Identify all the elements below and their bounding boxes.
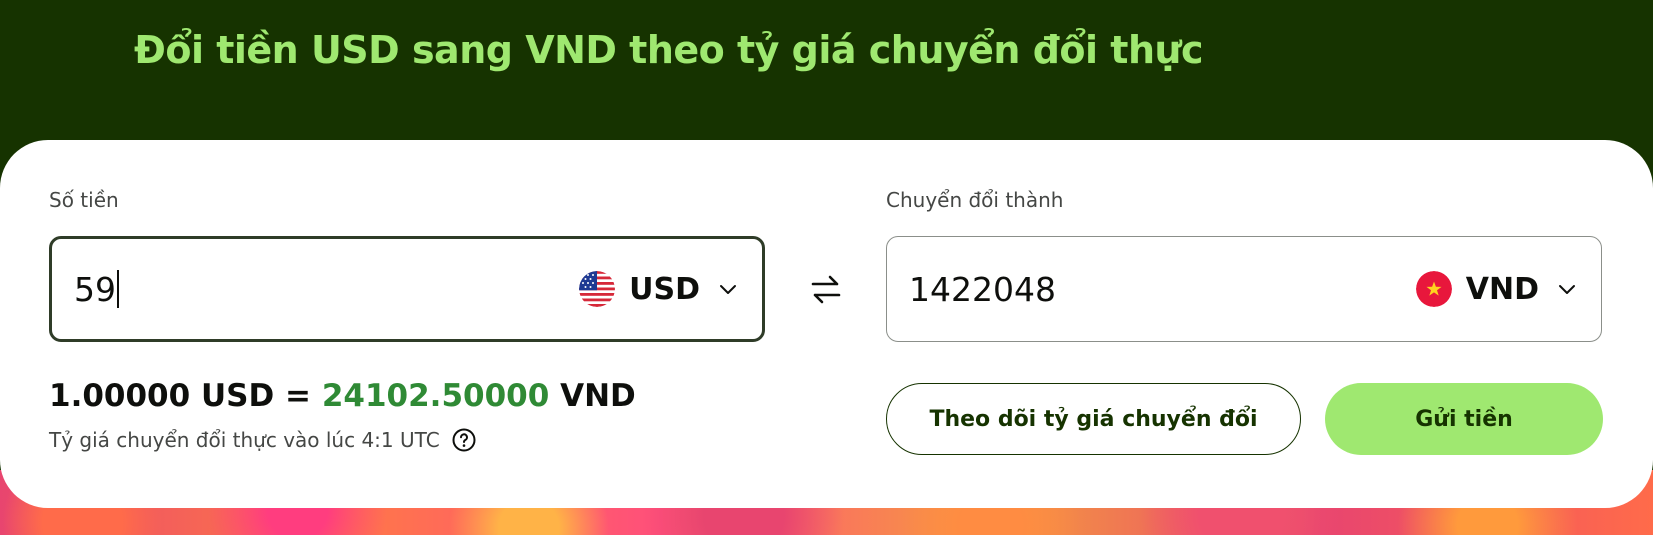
rate-equals: = (285, 378, 312, 414)
to-currency-select[interactable]: VND (1415, 271, 1577, 307)
rate-value: 24102.50000 (321, 378, 550, 414)
swap-arrows-icon (811, 275, 841, 304)
rate-target-currency: VND (560, 378, 636, 414)
from-currency-select[interactable]: USD (579, 271, 738, 307)
track-rate-button[interactable]: Theo dõi tỷ giá chuyển đổi (886, 383, 1301, 455)
send-money-button[interactable]: Gửi tiền (1325, 383, 1603, 455)
chevron-down-icon (720, 285, 736, 294)
rate-timestamp-note: Tỷ giá chuyển đổi thực vào lúc 4:1 UTC (49, 428, 476, 452)
rate-base: 1.00000 USD (49, 378, 275, 414)
swap-currencies-button[interactable] (805, 268, 847, 310)
text-caret (117, 270, 119, 308)
converted-amount-value[interactable]: 1422048 (909, 270, 1416, 309)
question-circle-icon[interactable] (452, 428, 476, 452)
amount-value[interactable]: 59 (74, 270, 579, 309)
rate-note-text: Tỷ giá chuyển đổi thực vào lúc 4:1 UTC (49, 428, 440, 452)
from-currency-code: USD (629, 271, 700, 307)
amount-input[interactable]: 59 USD (49, 236, 765, 342)
exchange-rate: 1.00000 USD = 24102.50000 VND (49, 378, 636, 414)
converted-amount-input[interactable]: 1422048 VND (886, 236, 1602, 342)
to-currency-code: VND (1465, 271, 1539, 307)
amount-label: Số tiền (49, 188, 119, 212)
us-flag-icon (579, 271, 616, 307)
page-title: Đổi tiền USD sang VND theo tỷ giá chuyển… (134, 28, 1204, 72)
converter-card: Số tiền 59 USD Chuyển đổi thành 1422048 … (0, 140, 1653, 508)
amount-text: 59 (74, 269, 116, 309)
chevron-down-icon (1559, 285, 1575, 294)
vietnam-flag-icon (1415, 271, 1452, 307)
converted-label: Chuyển đổi thành (886, 188, 1064, 212)
converter-page: Đổi tiền USD sang VND theo tỷ giá chuyển… (0, 0, 1653, 535)
